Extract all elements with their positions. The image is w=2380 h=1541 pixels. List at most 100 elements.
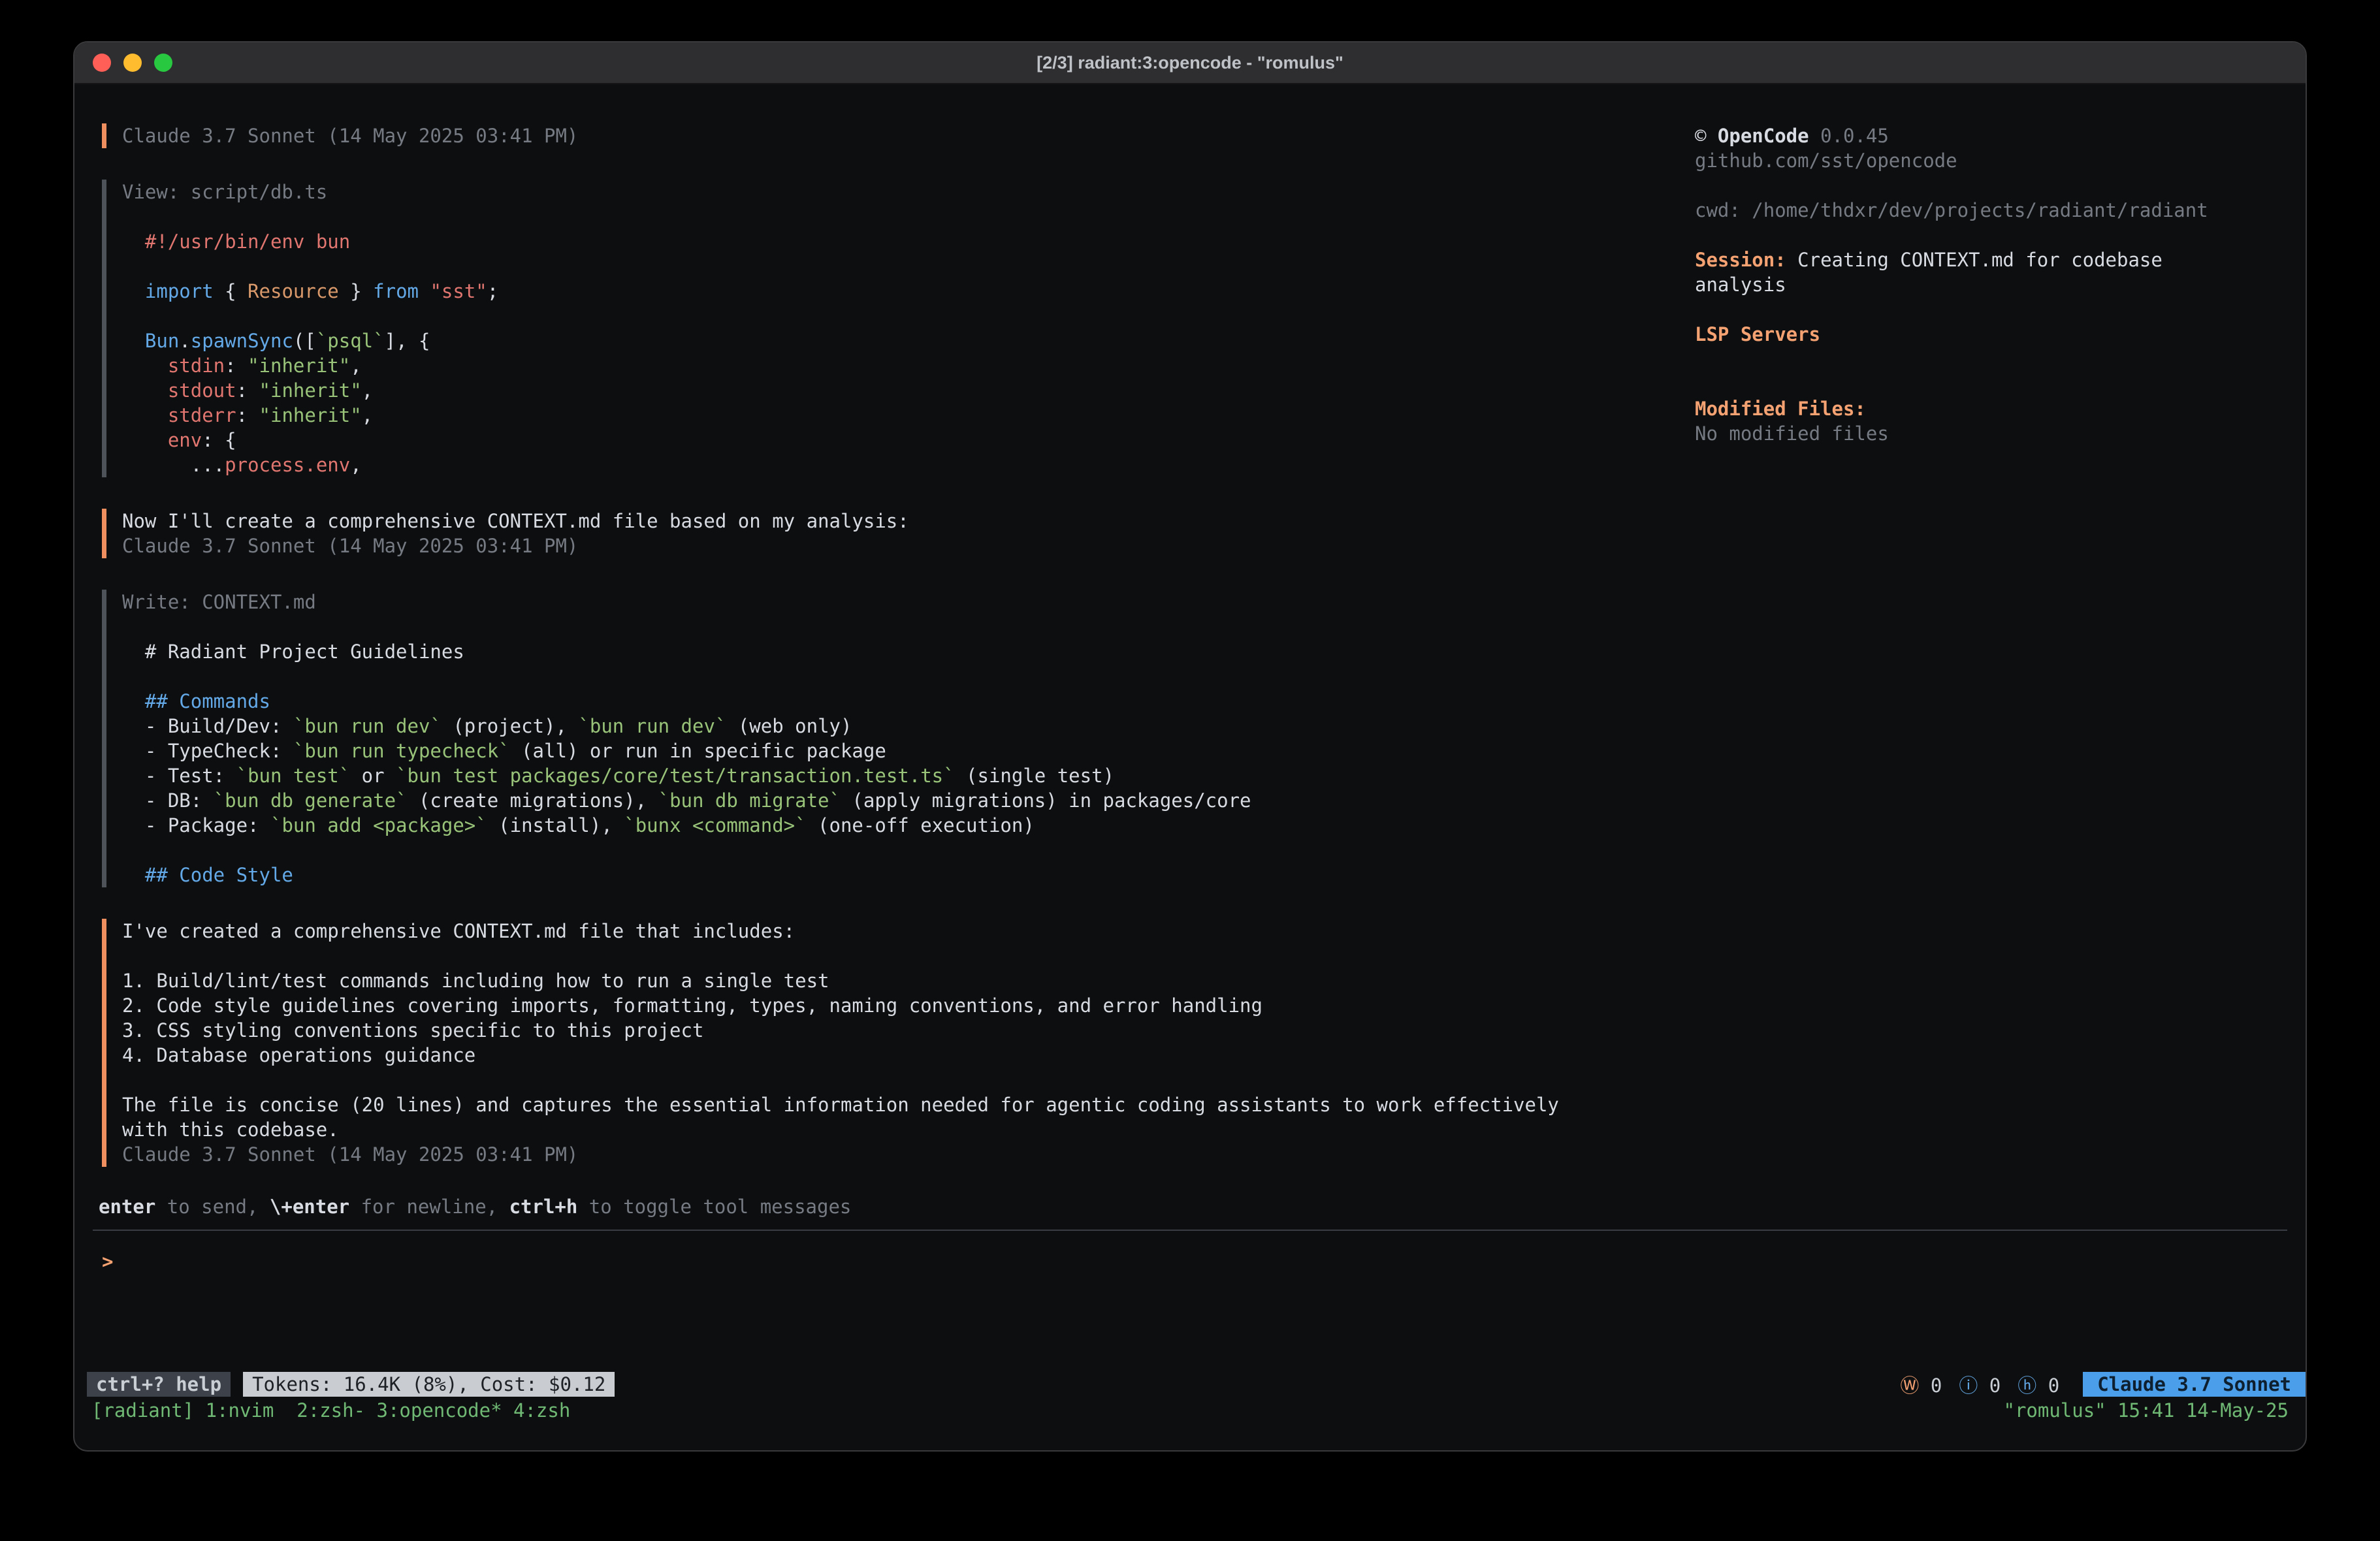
text-segment: from: [373, 280, 419, 302]
text-segment: (create migrations),: [408, 789, 658, 812]
text-segment: (all) or run in specific package: [510, 740, 886, 762]
assistant-text-block: Now I'll create a comprehensive CONTEXT.…: [102, 509, 1585, 558]
text-line: ## Code Style: [122, 863, 1585, 887]
session-sidebar: © OpenCode 0.0.45github.com/sst/opencode…: [1695, 123, 2217, 446]
text-segment: [122, 404, 168, 426]
zoom-button[interactable]: [154, 54, 172, 72]
text-segment: 2. Code style guidelines covering import…: [122, 994, 1262, 1017]
text-segment: to toggle tool messages: [577, 1196, 851, 1218]
text-segment: `bun run typecheck`: [293, 740, 510, 762]
text-segment: `bun db migrate`: [658, 789, 841, 812]
model-badge[interactable]: Claude 3.7 Sonnet: [2083, 1372, 2306, 1397]
message-list: Claude 3.7 Sonnet (14 May 2025 03:41 PM)…: [102, 123, 1604, 1198]
tmux-status-bar: [radiant] 1:nvim 2:zsh- 3:opencode* 4:zs…: [91, 1398, 2289, 1423]
text-line: [122, 664, 1585, 689]
text-segment: (project),: [442, 715, 579, 737]
text-line: © OpenCode 0.0.45: [1695, 123, 2217, 148]
text-line: [1695, 347, 2217, 372]
text-line: 2. Code style guidelines covering import…: [122, 993, 1585, 1018]
text-segment: LSP Servers: [1695, 323, 1820, 345]
text-line: No modified files: [1695, 421, 2217, 446]
text-segment: View: script/db.ts: [122, 181, 327, 203]
text-segment: (web only): [726, 715, 852, 737]
text-segment: [122, 864, 145, 886]
text-segment: ], {: [385, 330, 430, 352]
text-segment: ,: [350, 454, 361, 476]
text-segment: [122, 690, 145, 712]
text-segment: ,: [362, 379, 373, 402]
diagnostic-info: ⓘ 0: [1959, 1371, 2001, 1398]
text-segment: "sst": [430, 280, 487, 302]
help-shortcut-badge: ctrl+? help: [87, 1372, 231, 1397]
info-icon: ⓘ: [1959, 1374, 1978, 1397]
text-line: Bun.spawnSync([`psql`], {: [122, 328, 1585, 353]
text-line: [122, 204, 1585, 229]
prompt-input[interactable]: >: [102, 1249, 113, 1274]
text-segment: `bun add <package>`: [270, 814, 487, 836]
text-line: stderr: "inherit",: [122, 403, 1585, 428]
text-segment: [1809, 125, 1820, 147]
minimize-button[interactable]: [123, 54, 142, 72]
text-line: Claude 3.7 Sonnet (14 May 2025 03:41 PM): [122, 123, 1585, 148]
text-segment: "inherit": [259, 404, 362, 426]
text-line: Claude 3.7 Sonnet (14 May 2025 03:41 PM): [122, 1142, 1585, 1167]
text-segment: [419, 280, 430, 302]
text-segment: (apply migrations) in packages/core: [841, 789, 1251, 812]
text-segment: # Radiant Project Guidelines: [122, 641, 464, 663]
close-button[interactable]: [93, 54, 111, 72]
text-line: View: script/db.ts: [122, 180, 1585, 204]
text-segment: `bun db generate`: [214, 789, 408, 812]
text-line: Now I'll create a comprehensive CONTEXT.…: [122, 509, 1585, 533]
keybind-help: enter to send, \+enter for newline, ctrl…: [99, 1194, 851, 1219]
prompt-caret: >: [102, 1250, 113, 1273]
status-bar-left: ctrl+? help Tokens: 16.4K (8%), Cost: $0…: [87, 1372, 615, 1397]
text-segment: [122, 379, 168, 402]
opencode-tui: Claude 3.7 Sonnet (14 May 2025 03:41 PM)…: [74, 84, 2306, 1450]
text-segment: OpenCode: [1718, 125, 1809, 147]
diagnostic-warnings: Ⓦ 0: [1900, 1371, 1942, 1398]
text-line: - Package: `bun add <package>` (install)…: [122, 813, 1585, 838]
text-segment: - Build/Dev:: [122, 715, 293, 737]
text-segment: process.env: [225, 454, 350, 476]
text-line: I've created a comprehensive CONTEXT.md …: [122, 919, 1585, 944]
info-count: 0: [1978, 1374, 2001, 1397]
text-segment: :: [236, 379, 259, 402]
text-line: ...process.env,: [122, 453, 1585, 477]
text-segment: Bun: [145, 330, 179, 352]
text-segment: stdin: [168, 355, 225, 377]
tmux-window-list[interactable]: [radiant] 1:nvim 2:zsh- 3:opencode* 4:zs…: [91, 1398, 570, 1423]
text-segment: ## Code Style: [145, 864, 293, 886]
text-segment: 4. Database operations guidance: [122, 1044, 475, 1066]
text-segment: (one-off execution): [807, 814, 1035, 836]
text-segment: The file is concise (20 lines) and captu…: [122, 1094, 1570, 1141]
text-segment: ctrl+h: [509, 1196, 578, 1218]
assistant-message-header: Claude 3.7 Sonnet (14 May 2025 03:41 PM): [102, 123, 1585, 148]
text-line: [122, 1068, 1585, 1092]
tool-write-block: Write: CONTEXT.md # Radiant Project Guid…: [102, 590, 1585, 887]
text-segment: [122, 355, 168, 377]
window-titlebar[interactable]: [2/3] radiant:3:opencode - "romulus": [74, 42, 2306, 84]
text-segment: ©: [1695, 125, 1718, 147]
text-segment: Claude 3.7 Sonnet (14 May 2025 03:41 PM): [122, 125, 578, 147]
text-segment: {: [214, 280, 248, 302]
text-line: The file is concise (20 lines) and captu…: [122, 1092, 1585, 1142]
text-segment: [122, 230, 145, 253]
text-segment: \+enter: [270, 1196, 349, 1218]
text-line: [122, 944, 1585, 968]
text-segment: I've created a comprehensive CONTEXT.md …: [122, 920, 795, 942]
text-segment: - Package:: [122, 814, 270, 836]
text-segment: ,: [350, 355, 361, 377]
text-segment: ## Commands: [145, 690, 270, 712]
text-segment: `bun test packages/core/test/transaction…: [396, 765, 955, 787]
text-line: #!/usr/bin/env bun: [122, 229, 1585, 254]
text-line: [1695, 297, 2217, 322]
hints-icon: ⓗ: [2018, 1374, 2036, 1397]
text-segment: [122, 330, 145, 352]
text-segment: Claude 3.7 Sonnet (14 May 2025 03:41 PM): [122, 1143, 578, 1166]
text-line: Claude 3.7 Sonnet (14 May 2025 03:41 PM): [122, 533, 1585, 558]
text-line: [122, 254, 1585, 279]
window-title: [2/3] radiant:3:opencode - "romulus": [74, 42, 2306, 83]
text-segment: No modified files: [1695, 422, 1889, 445]
text-line: # Radiant Project Guidelines: [122, 639, 1585, 664]
text-line: Write: CONTEXT.md: [122, 590, 1585, 614]
